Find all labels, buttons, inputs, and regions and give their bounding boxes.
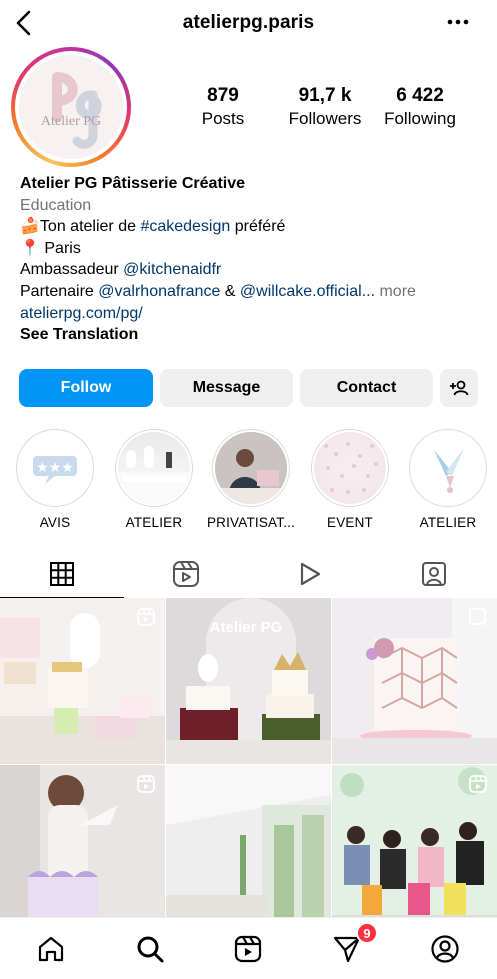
add-user-icon bbox=[450, 380, 469, 396]
post-thumbnail[interactable] bbox=[332, 598, 497, 764]
nav-reels[interactable] bbox=[231, 932, 265, 966]
highlight-label: EVENT bbox=[326, 515, 373, 530]
grid-icon bbox=[50, 561, 74, 586]
contact-button[interactable]: Contact bbox=[300, 369, 433, 407]
pin-emoji-icon: 📍 bbox=[20, 239, 40, 257]
tab-grid[interactable] bbox=[0, 550, 124, 598]
bio-line-1: 🍰Ton atelier de #cakedesign préféré bbox=[20, 218, 286, 236]
mention-valrhona[interactable]: @valrhonafrance bbox=[98, 283, 220, 300]
posts-label: Posts bbox=[201, 109, 245, 128]
nav-messages[interactable]: 9 bbox=[330, 922, 378, 966]
post-thumbnail[interactable] bbox=[332, 765, 497, 931]
posts-value: 879 bbox=[207, 85, 239, 106]
nav-home[interactable] bbox=[34, 932, 68, 966]
highlight-privatisation[interactable]: PRIVATISAT... bbox=[206, 429, 296, 530]
multi-post-icon bbox=[468, 607, 488, 632]
following-value: 6 422 bbox=[396, 85, 444, 106]
post-thumbnail[interactable]: Atelier PG bbox=[166, 598, 331, 764]
story-ring[interactable]: Atelier PG bbox=[11, 47, 131, 167]
following-count[interactable]: 6 422 Following bbox=[374, 84, 466, 130]
posts-count[interactable]: 879 Posts bbox=[170, 84, 276, 130]
reel-icon bbox=[468, 774, 488, 799]
tab-tagged[interactable] bbox=[372, 550, 496, 598]
home-icon bbox=[38, 936, 64, 962]
play-icon bbox=[300, 562, 321, 586]
reels-icon bbox=[234, 935, 262, 963]
see-translation-link[interactable]: See Translation bbox=[20, 324, 490, 346]
hashtag-link[interactable]: #cakedesign bbox=[140, 218, 230, 235]
followers-value: 91,7 k bbox=[298, 85, 352, 106]
follow-button[interactable]: Follow bbox=[19, 369, 153, 407]
profile-bio: Atelier PG Pâtisserie Créative Education… bbox=[20, 173, 490, 346]
followers-count[interactable]: 91,7 k Followers bbox=[276, 84, 374, 130]
search-icon bbox=[137, 936, 164, 963]
more-options-icon[interactable] bbox=[445, 12, 473, 32]
followers-label: Followers bbox=[288, 109, 362, 128]
svg-text:★★★: ★★★ bbox=[36, 460, 74, 476]
mention-kitchenaid[interactable]: @kitchenaidfr bbox=[123, 261, 221, 278]
nav-profile[interactable] bbox=[428, 932, 462, 966]
nav-search[interactable] bbox=[133, 932, 167, 966]
post-thumbnail[interactable] bbox=[0, 598, 165, 764]
post-thumbnail[interactable] bbox=[0, 765, 165, 931]
bottom-navigation: 9 bbox=[0, 917, 497, 979]
profile-icon bbox=[431, 935, 459, 963]
top-bar: atelierpg.paris bbox=[0, 0, 497, 46]
website-link[interactable]: atelierpg.com/pg/ bbox=[20, 303, 490, 325]
profile-category: Education bbox=[20, 196, 92, 214]
post-thumbnail[interactable] bbox=[166, 765, 331, 931]
bio-line-4: Partenaire @valrhonafrance & @willcake.o… bbox=[20, 282, 416, 300]
highlight-label: AVIS bbox=[39, 515, 71, 530]
post-watermark: Atelier PG bbox=[210, 619, 283, 636]
profile-stats: 879 Posts 91,7 k Followers 6 422 Followi… bbox=[170, 84, 480, 130]
avatar-logo-text: Atelier PG bbox=[41, 114, 101, 129]
message-button[interactable]: Message bbox=[160, 369, 293, 407]
following-label: Following bbox=[384, 109, 456, 128]
reel-icon bbox=[136, 774, 156, 799]
highlight-label: PRIVATISAT... bbox=[206, 515, 296, 530]
reels-icon bbox=[173, 561, 199, 587]
profile-name: Atelier PG Pâtisserie Créative bbox=[20, 175, 246, 192]
mention-willcake[interactable]: @willcake.official... bbox=[240, 283, 375, 300]
highlight-label: ATELIER bbox=[125, 515, 183, 530]
tab-reels[interactable] bbox=[124, 550, 248, 598]
reel-icon bbox=[136, 607, 156, 632]
bio-line-2: 📍 Paris bbox=[20, 239, 81, 257]
tab-videos[interactable] bbox=[248, 550, 372, 598]
highlight-label: ATELIER bbox=[419, 515, 477, 530]
bio-line-3: Ambassadeur @kitchenaidfr bbox=[20, 261, 222, 279]
cake-emoji-icon: 🍰 bbox=[20, 218, 40, 236]
tagged-icon bbox=[422, 562, 446, 586]
posts-grid: Atelier PG bbox=[0, 598, 497, 931]
avatar: Atelier PG bbox=[19, 55, 123, 159]
content-tabs bbox=[0, 550, 497, 598]
highlight-event[interactable]: EVENT bbox=[305, 429, 395, 530]
highlight-avis[interactable]: ★★★ AVIS bbox=[10, 429, 100, 530]
profile-username: atelierpg.paris bbox=[182, 12, 315, 33]
highlight-atelier[interactable]: ATELIER bbox=[109, 429, 199, 530]
more-link[interactable]: more bbox=[375, 283, 415, 300]
suggested-users-button[interactable] bbox=[440, 369, 478, 407]
messages-badge: 9 bbox=[356, 922, 378, 944]
highlight-atelier-2[interactable]: ATELIER bbox=[403, 429, 493, 530]
